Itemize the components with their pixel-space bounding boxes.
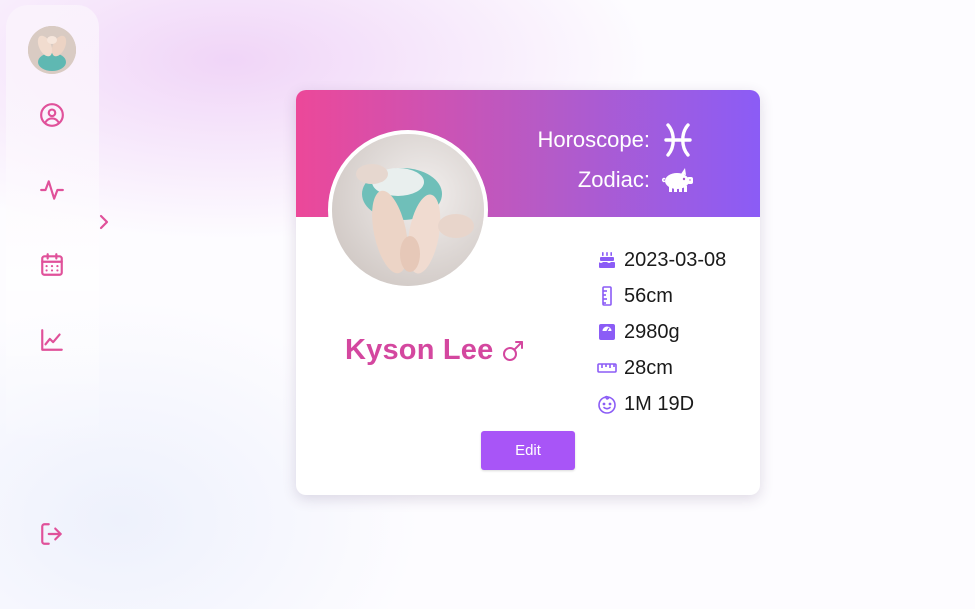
baby-feet-image [332, 134, 484, 286]
user-circle-icon [40, 103, 64, 127]
weight-scale-icon [596, 321, 618, 343]
calendar-icon [41, 253, 63, 276]
activity-icon [40, 180, 64, 200]
pisces-icon [660, 122, 696, 158]
birthday-value: 2023-03-08 [624, 248, 727, 271]
weight-value: 2980g [624, 320, 680, 343]
baby-profile-card: Horoscope: Zodiac: Kyson Lee 2023-03-08 … [296, 90, 760, 495]
chart-line-icon [41, 329, 63, 351]
stat-birthday: 2023-03-08 [596, 242, 726, 278]
sidebar-expand-toggle[interactable] [94, 211, 114, 233]
ruler-horizontal-icon [596, 357, 618, 379]
sidebar-item-growth-chart[interactable] [38, 326, 66, 354]
baby-stats-list: 2023-03-08 56cm 2980g 28cm 1M 19D [596, 242, 726, 422]
baby-photo[interactable] [328, 130, 488, 290]
baby-photo-thumbnail [28, 26, 76, 74]
sidebar [6, 5, 109, 605]
zodiac-row: Zodiac: [578, 162, 696, 198]
stat-height: 56cm [596, 278, 726, 314]
stat-weight: 2980g [596, 314, 726, 350]
head-circumference-value: 28cm [624, 356, 673, 379]
age-value: 1M 19D [624, 392, 695, 415]
stat-age: 1M 19D [596, 386, 726, 422]
baby-name-heading: Kyson Lee [345, 334, 525, 367]
birthday-cake-icon [596, 249, 618, 271]
height-value: 56cm [624, 284, 673, 307]
sidebar-avatar[interactable] [28, 26, 76, 74]
baby-name: Kyson Lee [345, 334, 494, 366]
sidebar-item-activity[interactable] [38, 176, 66, 204]
zodiac-label: Zodiac: [577, 167, 650, 192]
baby-face-icon [596, 393, 618, 415]
edit-profile-button[interactable]: Edit [481, 431, 575, 470]
horoscope-row: Horoscope: [537, 122, 696, 158]
logout-icon [41, 523, 62, 545]
stat-head-circumference: 28cm [596, 350, 726, 386]
ruler-vertical-icon [596, 285, 618, 307]
chevron-right-icon [99, 214, 109, 230]
male-gender-icon [501, 339, 525, 363]
sidebar-item-profile[interactable] [38, 101, 66, 129]
sidebar-logout[interactable] [38, 520, 66, 548]
sidebar-item-calendar[interactable] [38, 251, 66, 279]
horoscope-label: Horoscope: [537, 127, 650, 152]
pig-icon [660, 162, 696, 198]
